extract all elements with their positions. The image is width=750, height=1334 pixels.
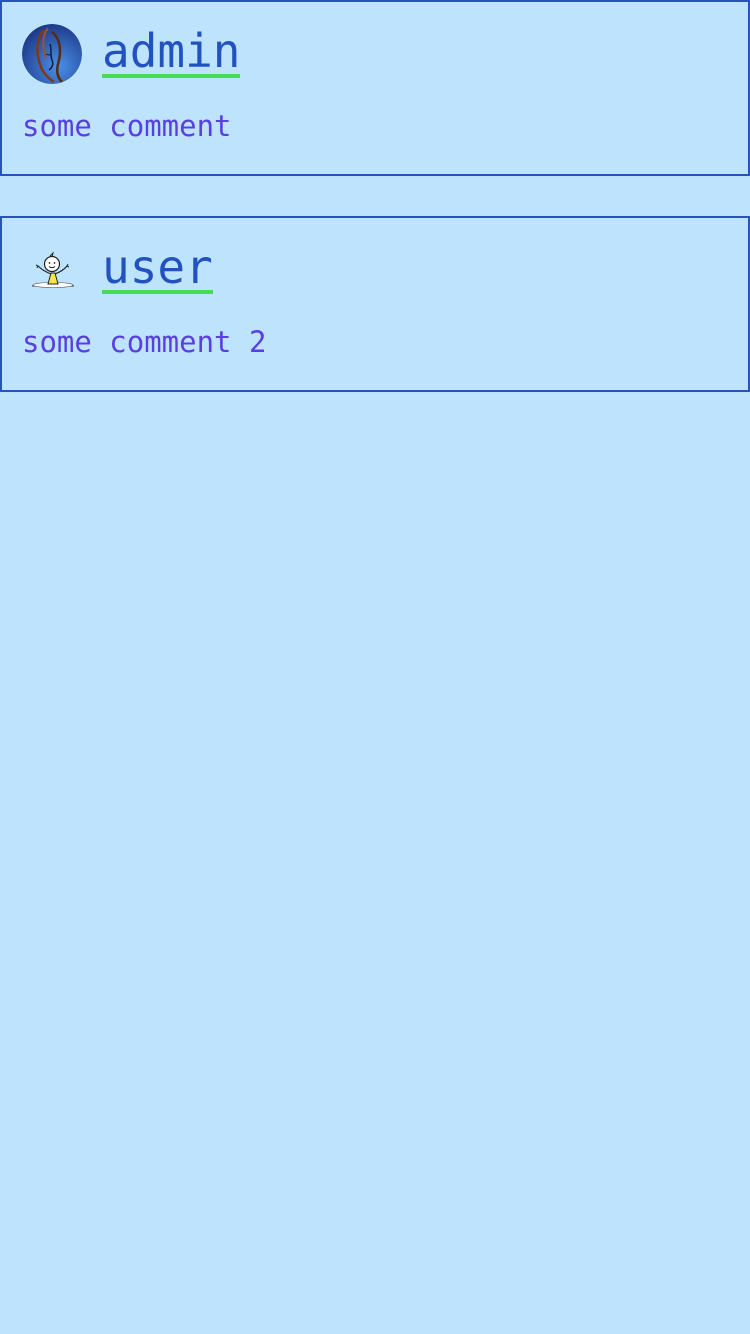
username-link[interactable]: user — [102, 244, 213, 294]
woman-portrait-icon — [22, 24, 82, 84]
avatar[interactable] — [22, 240, 82, 300]
avatar[interactable] — [22, 24, 82, 84]
username-link[interactable]: admin — [102, 28, 241, 78]
comment-text: some comment — [22, 109, 232, 143]
comment-list: admin some comment user some comment 2 — [0, 0, 750, 392]
comment-header: admin — [22, 24, 241, 84]
cartoon-person-icon — [22, 240, 82, 300]
comment-header: user — [22, 240, 213, 300]
comment-text: some comment 2 — [22, 325, 267, 359]
comment-card: user some comment 2 — [0, 216, 750, 392]
comment-card: admin some comment — [0, 0, 750, 176]
